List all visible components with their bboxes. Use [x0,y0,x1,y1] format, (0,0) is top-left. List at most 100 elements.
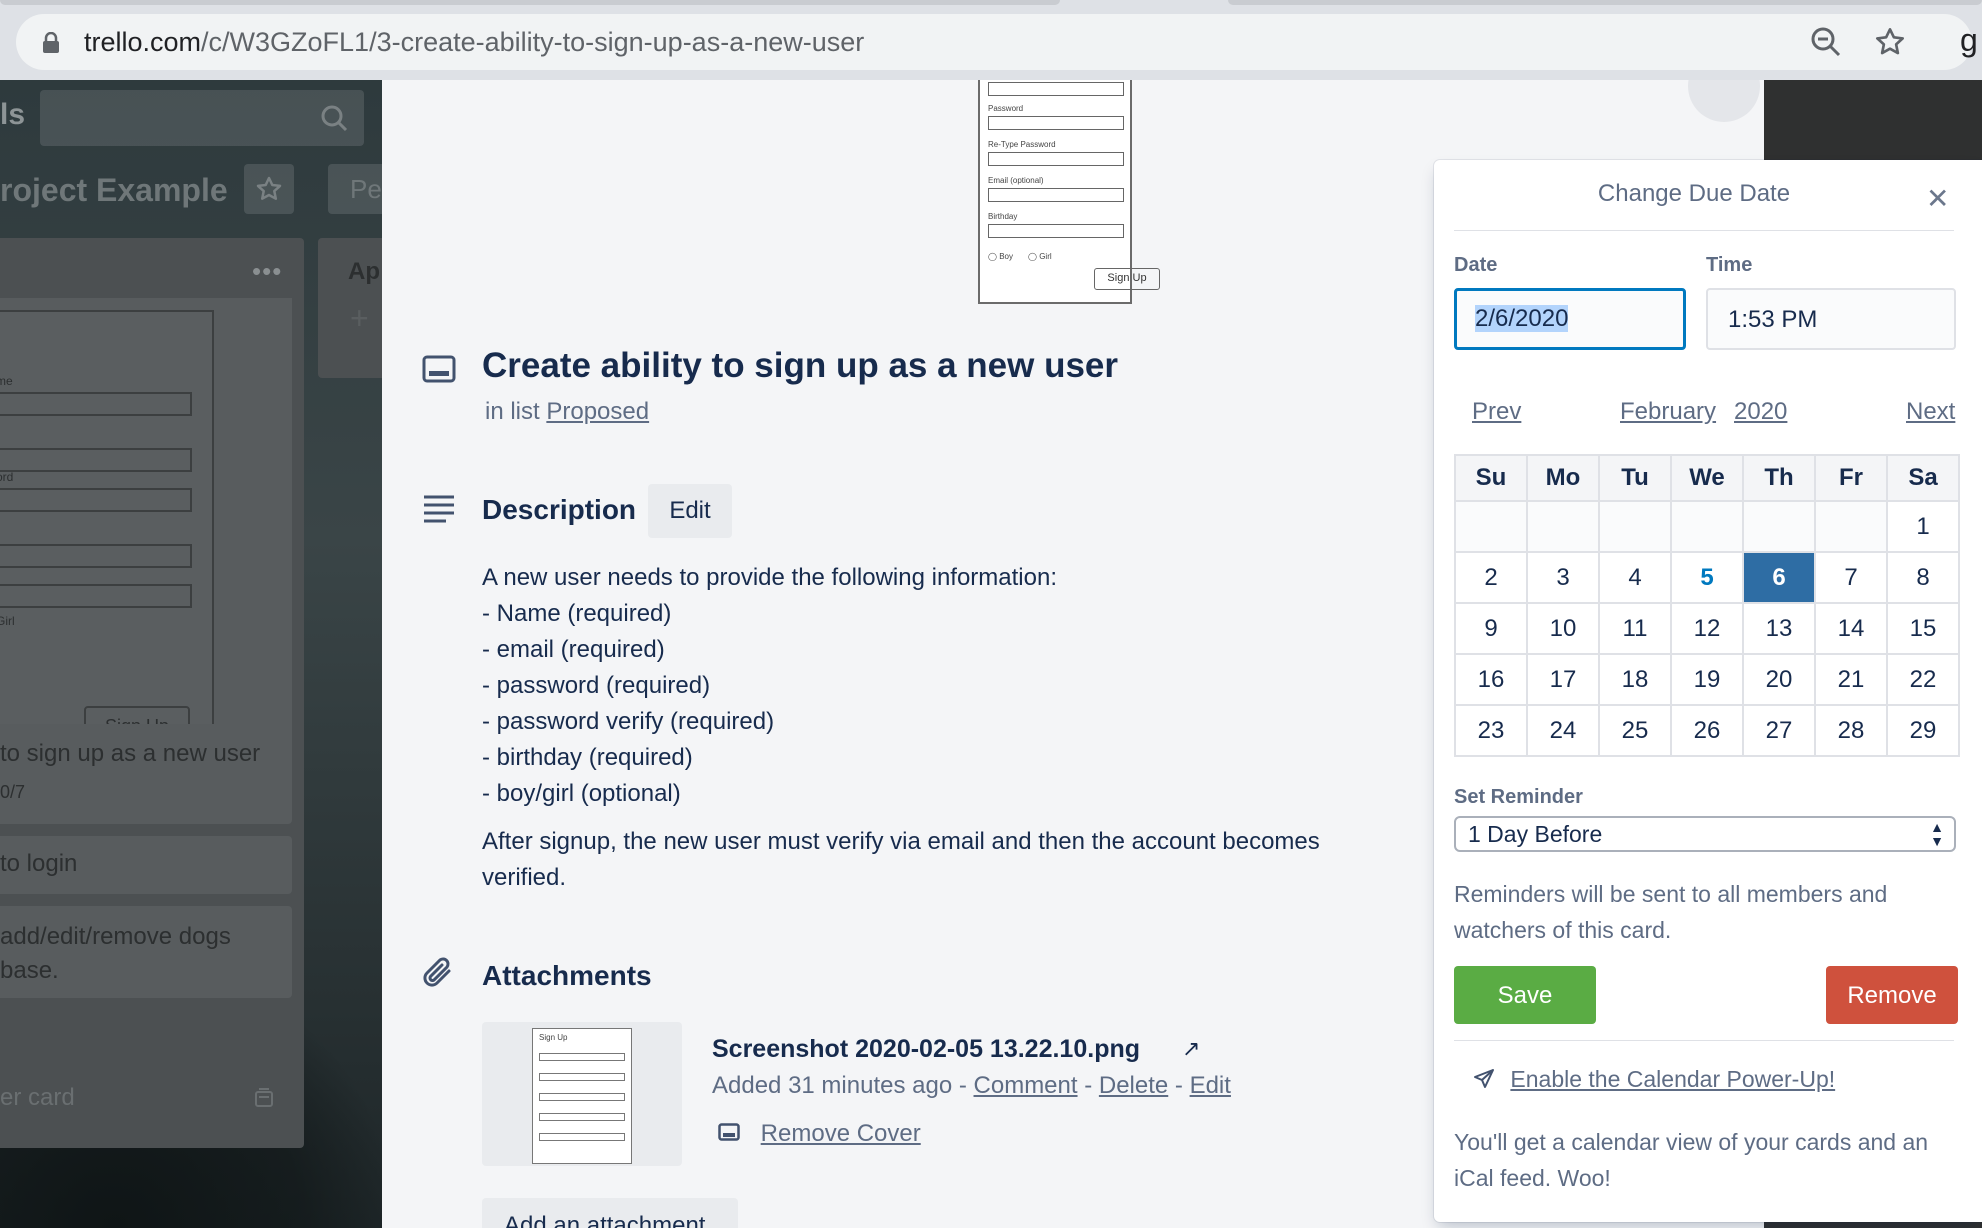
card-template-icon[interactable] [252,1086,276,1115]
save-button[interactable]: Save [1454,966,1596,1024]
calendar-powerup-row[interactable]: Enable the Calendar Power-Up! [1472,1066,1835,1093]
calendar-day[interactable]: 14 [1814,602,1888,655]
calendar-empty-cell [1742,500,1816,553]
weekday-header: Mo [1526,454,1600,502]
list-link[interactable]: Proposed [546,398,649,425]
edit-link[interactable]: Edit [1190,1072,1231,1099]
time-label: Time [1706,254,1753,276]
calendar-empty-cell [1598,500,1672,553]
board-list: ••• me ord Girl Sign Up to sign up as a … [0,238,304,1148]
close-icon[interactable]: ✕ [1926,182,1949,215]
calendar-empty-cell [1526,500,1600,553]
next-month-link[interactable]: Next [1906,398,1955,426]
card-title-line2: base. [0,957,59,984]
time-input[interactable]: 1:53 PM [1706,288,1956,350]
calendar-day[interactable]: 16 [1454,653,1528,706]
month-link[interactable]: February [1620,398,1716,426]
calendar-day[interactable]: 21 [1814,653,1888,706]
calendar-grid: Su Mo Tu We Th Fr Sa 1 2 3 4 5 6 7 8 9 10 11 12 13 14 15 16 17… [1454,454,1960,757]
weekday-header: Fr [1814,454,1888,502]
remove-cover-row[interactable]: Remove Cover [718,1120,921,1148]
calendar-empty-cell [1670,500,1744,553]
calendar-day[interactable]: 13 [1742,602,1816,655]
board-search[interactable] [40,90,364,146]
year-link[interactable]: 2020 [1734,398,1787,426]
weekday-header: Th [1742,454,1816,502]
board-visibility-button[interactable]: Pe [328,164,388,214]
enable-calendar-powerup-link[interactable]: Enable the Calendar Power-Up! [1510,1066,1835,1092]
calendar-day[interactable]: 17 [1526,653,1600,706]
calendar-day[interactable]: 24 [1526,704,1600,757]
card-cover[interactable]: me ord Girl Sign Up [0,298,292,746]
calendar-day[interactable]: 25 [1598,704,1672,757]
reminder-select[interactable]: 1 Day Before ▲ ▼ [1454,816,1956,852]
paperclip-icon [422,956,456,995]
weekday-header: Su [1454,454,1528,502]
calendar-day[interactable]: 1 [1886,500,1960,553]
weekday-header: Tu [1598,454,1672,502]
cover-form-image: me ord Girl Sign Up [0,310,214,746]
list-card[interactable]: to login [0,836,292,894]
edit-description-button[interactable]: Edit [648,484,732,538]
calendar-day[interactable]: 23 [1454,704,1528,757]
open-external-icon[interactable]: ↗ [1182,1036,1200,1062]
reminder-note: Reminders will be sent to all members an… [1454,881,1888,943]
calendar-day[interactable]: 19 [1670,653,1744,706]
calendar-week: 2345678 [1454,551,1960,604]
add-card-button[interactable]: er card [0,1084,75,1112]
calendar-day[interactable]: 22 [1886,653,1960,706]
attachment-name[interactable]: Screenshot 2020-02-05 13.22.10.png [712,1035,1140,1064]
calendar-day[interactable]: 12 [1670,602,1744,655]
calendar-empty-cell [1814,500,1888,553]
board-star-button[interactable] [244,164,294,214]
star-icon [256,176,282,200]
attachment-meta: Added 31 minutes ago - Comment - Delete … [712,1072,1231,1099]
calendar-day[interactable]: 20 [1742,653,1816,706]
card-icon [422,352,456,391]
list-menu-icon[interactable]: ••• [252,256,282,287]
list-card[interactable]: add/edit/remove dogs base. [0,906,292,998]
card-cover-icon [718,1123,740,1141]
calendar-day[interactable]: 27 [1742,704,1816,757]
card-title: to login [0,850,78,877]
attachment-thumbnail[interactable]: Sign Up [482,1022,682,1166]
add-attachment-button[interactable]: Add an attachment [482,1198,738,1228]
calendar-day[interactable]: 8 [1886,551,1960,604]
date-input[interactable]: 2/6/2020 [1454,288,1686,350]
list-card[interactable]: to sign up as a new user 0/7 [0,724,292,824]
calendar-day[interactable]: 18 [1598,653,1672,706]
tab-strip [0,0,1982,6]
weekday-header: Sa [1886,454,1960,502]
calendar-day[interactable]: 7 [1814,551,1888,604]
calendar-day[interactable]: 15 [1886,602,1960,655]
calendar-day[interactable]: 4 [1598,551,1672,604]
add-card-plus-icon[interactable]: + [350,300,369,337]
calendar-week: 23 24 25 26 27 28 29 [1454,704,1960,757]
card-title[interactable]: Create ability to sign up as a new user [482,346,1118,386]
calendar-day[interactable]: 11 [1598,602,1672,655]
remove-button[interactable]: Remove [1826,966,1958,1024]
board-title[interactable]: roject Example [0,172,228,209]
bookmark-star-icon[interactable] [1874,26,1906,63]
address-bar[interactable]: trello.com/c/W3GZoFL1/3-create-ability-t… [16,14,1978,70]
extension-icon[interactable]: g [1960,22,1978,59]
calendar-day[interactable]: 29 [1886,704,1960,757]
list-title[interactable]: Ap [348,258,380,286]
calendar-day[interactable]: 5 [1670,551,1744,604]
comment-link[interactable]: Comment [974,1072,1078,1099]
calendar-day[interactable]: 3 [1526,551,1600,604]
delete-link[interactable]: Delete [1099,1072,1168,1099]
description-text[interactable]: A new user needs to provide the followin… [482,560,1402,896]
calendar-day[interactable]: 6 [1742,551,1816,604]
prev-month-link[interactable]: Prev [1472,398,1521,426]
calendar-day[interactable]: 28 [1814,704,1888,757]
zoom-icon[interactable] [1810,26,1842,63]
date-label: Date [1454,254,1498,276]
remove-cover-link[interactable]: Remove Cover [761,1120,921,1147]
calendar-day[interactable]: 10 [1526,602,1600,655]
calendar-week: 16 17 18 19 20 21 22 [1454,653,1960,706]
calendar-nav: Prev February 2020 Next [1454,398,1956,438]
calendar-day[interactable]: 2 [1454,551,1528,604]
calendar-day[interactable]: 26 [1670,704,1744,757]
calendar-day[interactable]: 9 [1454,602,1528,655]
